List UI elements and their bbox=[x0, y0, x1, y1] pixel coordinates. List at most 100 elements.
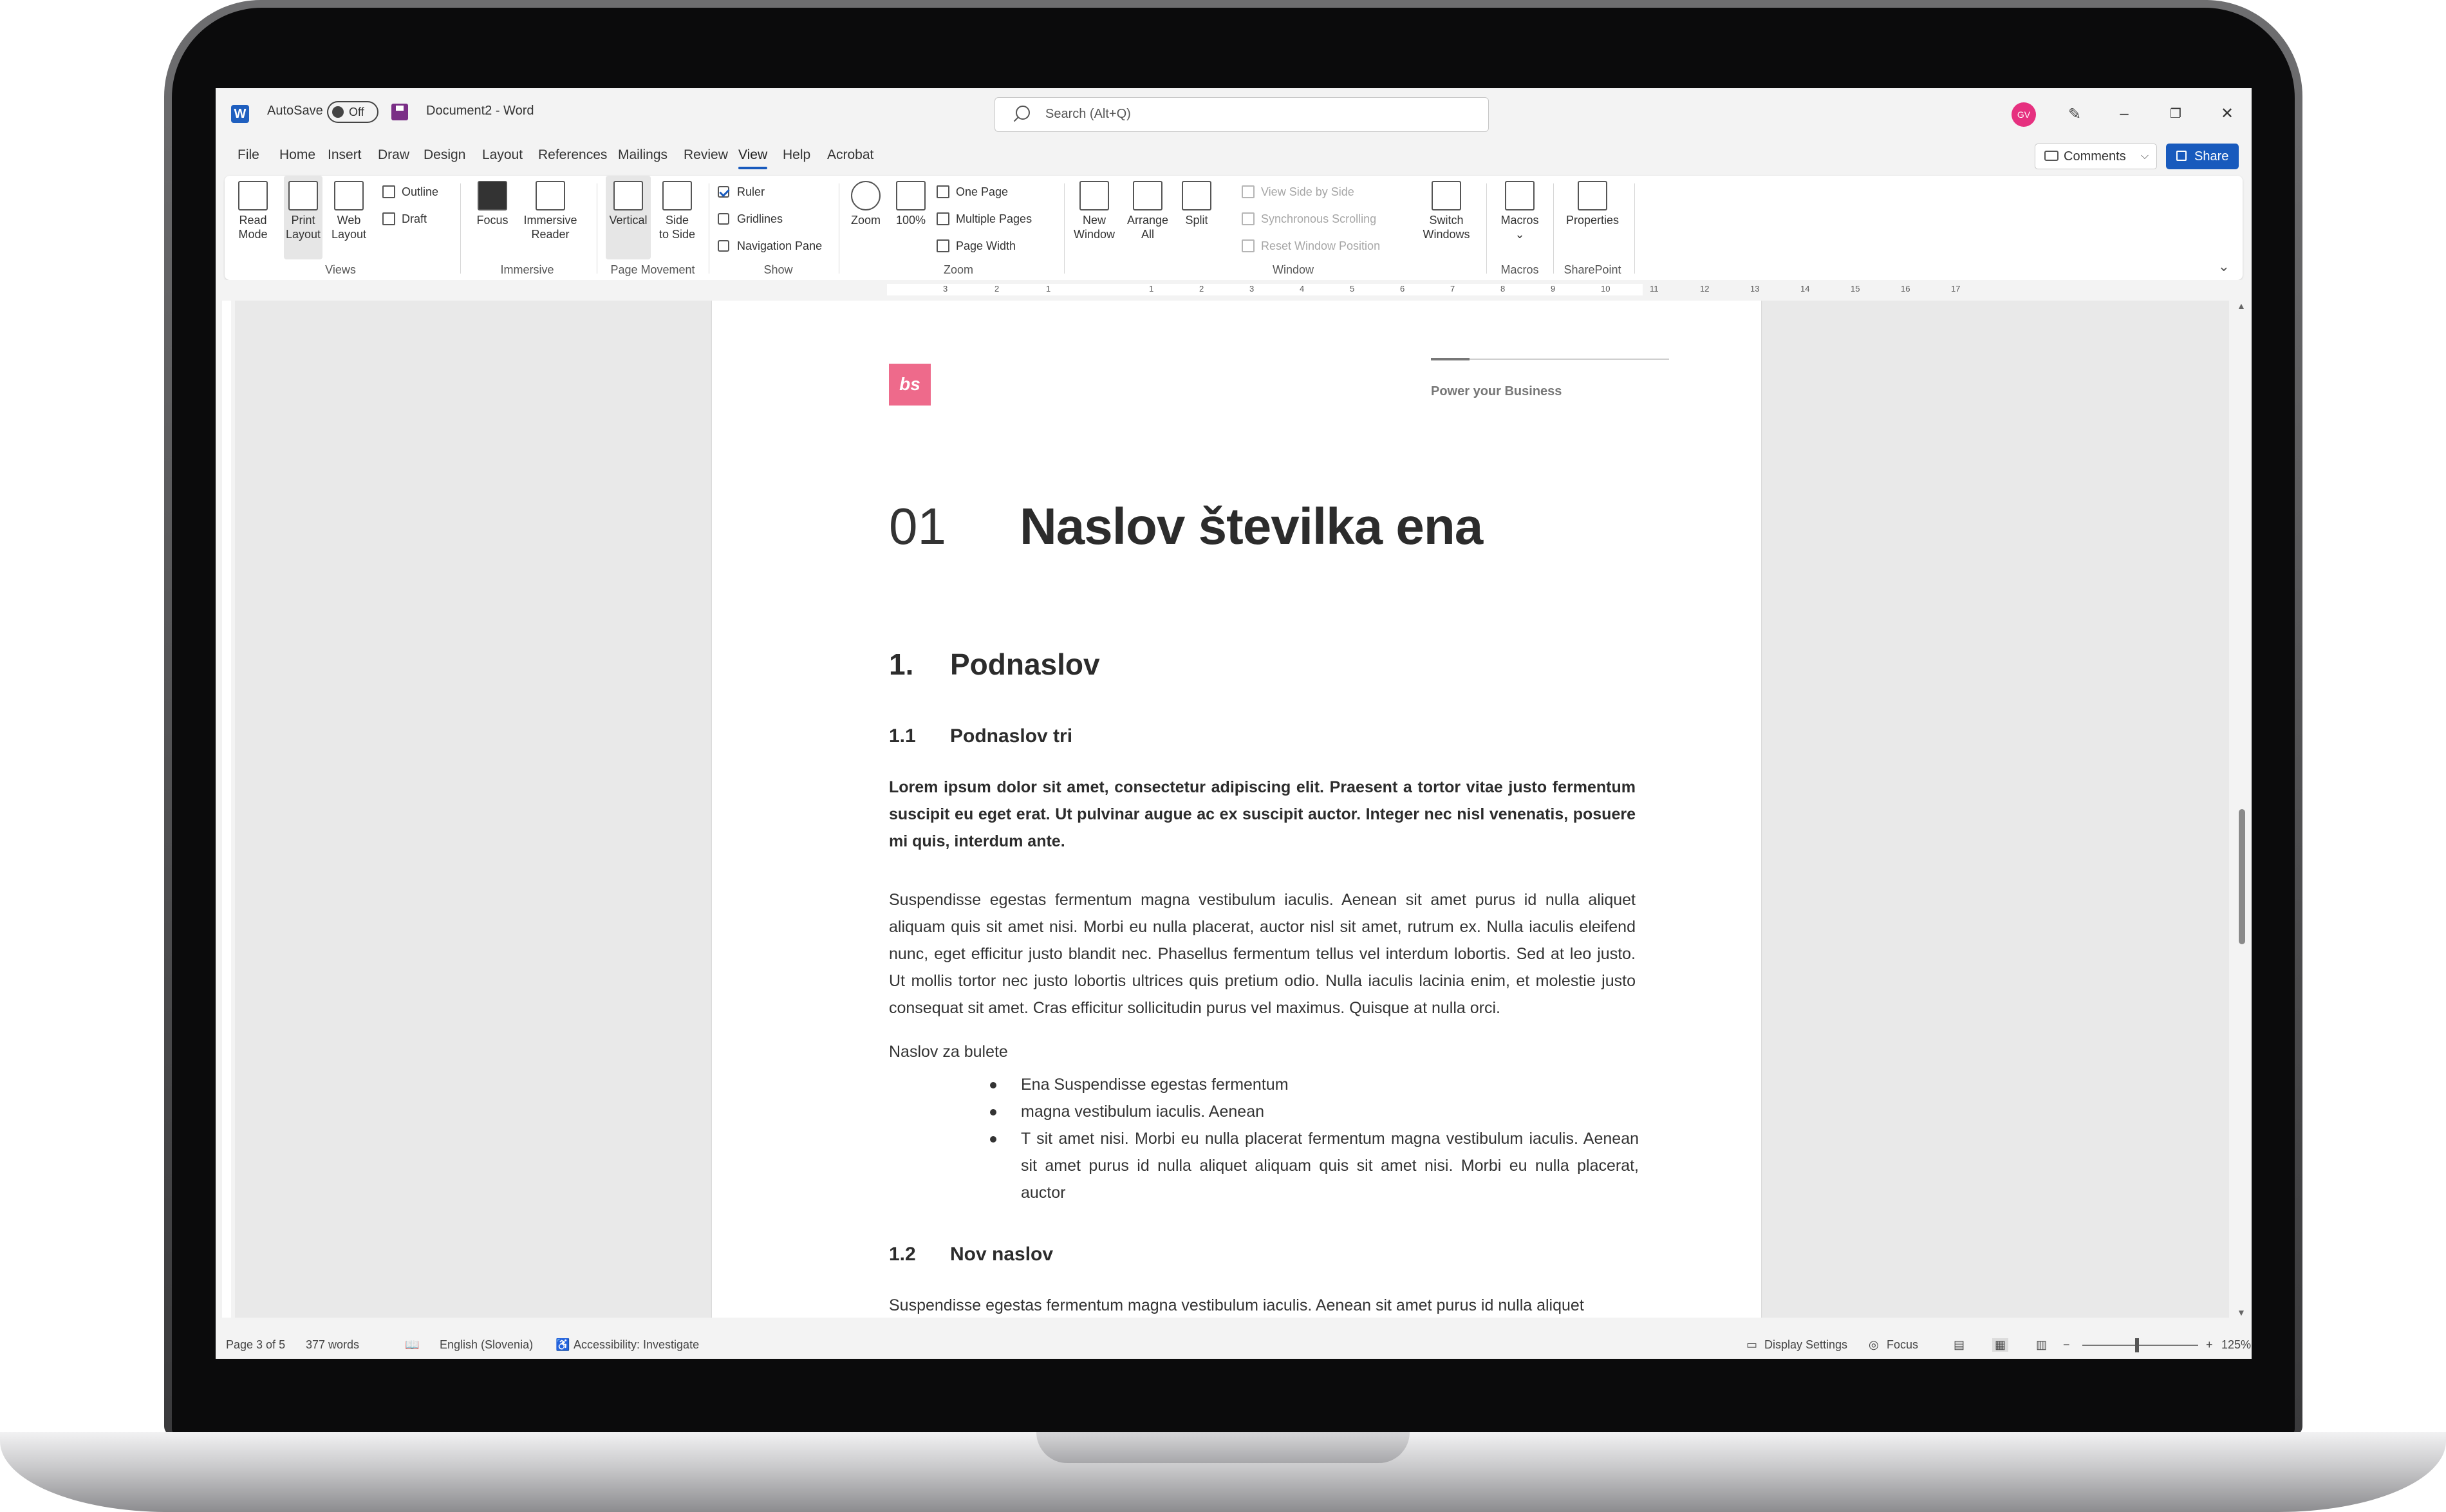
arrange-all-icon bbox=[1133, 181, 1162, 210]
read-mode-label-1: Read bbox=[239, 214, 267, 227]
outline-button[interactable]: Outline bbox=[382, 183, 438, 200]
display-settings-button[interactable]: Display Settings bbox=[1764, 1338, 1847, 1352]
new-window-label-1: New bbox=[1082, 214, 1106, 227]
tab-home[interactable]: Home bbox=[279, 147, 315, 163]
zoom-100-button[interactable]: 100% bbox=[892, 176, 930, 227]
tab-draw[interactable]: Draw bbox=[378, 147, 409, 163]
ruler-number: 1 bbox=[1149, 284, 1154, 294]
tab-references[interactable]: References bbox=[538, 147, 607, 163]
tab-design[interactable]: Design bbox=[424, 147, 465, 163]
word-count[interactable]: 377 words bbox=[306, 1338, 359, 1352]
heading3-number: 1.2 bbox=[889, 1244, 916, 1265]
scrollbar-thumb[interactable] bbox=[2239, 809, 2245, 944]
page-width-icon bbox=[937, 239, 949, 252]
sharepoint-properties-icon bbox=[1578, 181, 1607, 210]
zoom-button[interactable]: Zoom bbox=[846, 176, 885, 227]
tab-help[interactable]: Help bbox=[783, 147, 810, 163]
vertical-ruler[interactable] bbox=[216, 301, 235, 1318]
document-page[interactable]: bs Power your Business 01 Naslov številk… bbox=[712, 301, 1761, 1318]
comment-icon bbox=[2044, 151, 2059, 161]
page-width-button[interactable]: Page Width bbox=[937, 238, 1016, 254]
new-window-icon bbox=[1079, 181, 1109, 210]
properties-button[interactable]: Properties bbox=[1557, 176, 1628, 227]
zoom-slider-thumb[interactable] bbox=[2135, 1338, 2139, 1352]
zoom-slider[interactable] bbox=[2082, 1345, 2198, 1346]
close-icon[interactable]: ✕ bbox=[2214, 101, 2240, 127]
zoom-level[interactable]: 125% bbox=[2221, 1338, 2251, 1352]
immersive-reader-button[interactable]: Immersive Reader bbox=[518, 176, 583, 241]
navigation-pane-checkbox[interactable]: Navigation Pane bbox=[718, 238, 822, 254]
read-mode-view-icon[interactable]: ▤ bbox=[1954, 1338, 1965, 1352]
lead-paragraph: Lorem ipsum dolor sit amet, consectetur … bbox=[889, 778, 1636, 850]
synchronous-scrolling-button[interactable]: Synchronous Scrolling bbox=[1242, 210, 1376, 227]
side-to-side-button[interactable]: Side to Side bbox=[655, 176, 700, 241]
switch-windows-button[interactable]: Switch Windows bbox=[1414, 176, 1479, 241]
collapse-ribbon-icon[interactable]: ⌄ bbox=[2218, 258, 2230, 275]
focus-status-button[interactable]: Focus bbox=[1887, 1338, 1918, 1352]
scroll-up-icon[interactable]: ▲ bbox=[2237, 301, 2246, 311]
status-bar: Page 3 of 5 377 words 📖 English (Sloveni… bbox=[216, 1332, 2252, 1359]
zoom-100-label: 100% bbox=[895, 214, 926, 227]
tab-acrobat[interactable]: Acrobat bbox=[827, 147, 873, 163]
search-input[interactable]: Search (Alt+Q) bbox=[994, 97, 1489, 132]
view-side-by-side-button[interactable]: View Side by Side bbox=[1242, 183, 1354, 200]
web-layout-button[interactable]: Web Layout bbox=[330, 176, 368, 241]
ruler-number: 4 bbox=[1300, 284, 1305, 294]
focus-button[interactable]: Focus bbox=[473, 176, 512, 227]
horizontal-ruler[interactable]: 3 2 1 1 2 3 4 5 6 7 8 9 10 11 12 13 14 1… bbox=[216, 280, 2252, 299]
arrange-all-button[interactable]: Arrange All bbox=[1123, 176, 1172, 241]
zoom-in-button[interactable]: + bbox=[2206, 1338, 2213, 1352]
reset-window-position-button[interactable]: Reset Window Position bbox=[1242, 238, 1380, 254]
accessibility-status[interactable]: Accessibility: Investigate bbox=[574, 1338, 699, 1352]
pen-icon[interactable]: ✎ bbox=[2065, 105, 2084, 124]
tab-layout[interactable]: Layout bbox=[482, 147, 523, 163]
comments-button[interactable]: Comments ⌵ bbox=[2035, 144, 2157, 169]
multiple-pages-button[interactable]: Multiple Pages bbox=[937, 210, 1032, 227]
globe-page-icon bbox=[334, 181, 364, 210]
focus-label: Focus bbox=[476, 214, 509, 227]
share-button[interactable]: Share bbox=[2166, 144, 2239, 169]
ruler-checkbox[interactable]: Ruler bbox=[718, 183, 765, 200]
one-page-label: One Page bbox=[956, 185, 1009, 198]
checkbox-checked-icon bbox=[718, 186, 729, 198]
tab-review[interactable]: Review bbox=[684, 147, 728, 163]
ribbon-view: Read Mode Print Layout Web Layout Outlin… bbox=[225, 176, 2243, 280]
split-button[interactable]: Split bbox=[1177, 176, 1216, 227]
minimize-icon[interactable]: – bbox=[2111, 101, 2137, 127]
draft-button[interactable]: Draft bbox=[382, 210, 427, 227]
group-label-show: Show bbox=[763, 263, 793, 276]
avatar[interactable]: GV bbox=[2012, 102, 2036, 127]
tab-mailings[interactable]: Mailings bbox=[618, 147, 668, 163]
list-item: Ena Suspendisse egestas fermentum bbox=[990, 1071, 1639, 1098]
vertical-scrollbar[interactable]: ▲ ▼ bbox=[2237, 301, 2247, 1318]
tab-view[interactable]: View bbox=[738, 147, 768, 169]
print-layout-view-icon[interactable]: ▦ bbox=[1992, 1338, 2009, 1352]
web-layout-view-icon[interactable]: ▥ bbox=[2036, 1338, 2047, 1352]
web-layout-label-1: Web bbox=[337, 214, 361, 227]
document-canvas[interactable]: bs Power your Business 01 Naslov številk… bbox=[235, 301, 2229, 1318]
proofing-icon[interactable]: 📖 bbox=[405, 1338, 419, 1352]
print-layout-label-2: Layout bbox=[285, 228, 321, 241]
group-label-immersive: Immersive bbox=[500, 263, 554, 276]
tab-file[interactable]: File bbox=[238, 147, 259, 163]
scroll-down-icon[interactable]: ▼ bbox=[2237, 1307, 2246, 1318]
read-mode-button[interactable]: Read Mode bbox=[234, 176, 272, 241]
autosave-toggle[interactable]: Off bbox=[327, 101, 378, 123]
chevron-down-icon: ⌄ bbox=[1515, 228, 1525, 241]
new-window-button[interactable]: New Window bbox=[1072, 176, 1117, 241]
vertical-button[interactable]: Vertical bbox=[606, 176, 651, 259]
tab-insert[interactable]: Insert bbox=[328, 147, 362, 163]
print-layout-button[interactable]: Print Layout bbox=[284, 176, 322, 259]
one-page-button[interactable]: One Page bbox=[937, 183, 1008, 200]
zoom-out-button[interactable]: − bbox=[2063, 1338, 2070, 1352]
page-count[interactable]: Page 3 of 5 bbox=[226, 1338, 285, 1352]
group-label-zoom: Zoom bbox=[943, 263, 973, 276]
split-icon bbox=[1182, 181, 1211, 210]
heading1-number: 01 bbox=[889, 498, 946, 555]
restore-icon[interactable]: ❐ bbox=[2163, 101, 2189, 127]
share-label: Share bbox=[2194, 149, 2229, 163]
macros-button[interactable]: Macros ⌄ bbox=[1494, 176, 1545, 241]
save-icon[interactable] bbox=[391, 104, 408, 120]
gridlines-checkbox[interactable]: Gridlines bbox=[718, 210, 783, 227]
language-status[interactable]: English (Slovenia) bbox=[440, 1338, 533, 1352]
